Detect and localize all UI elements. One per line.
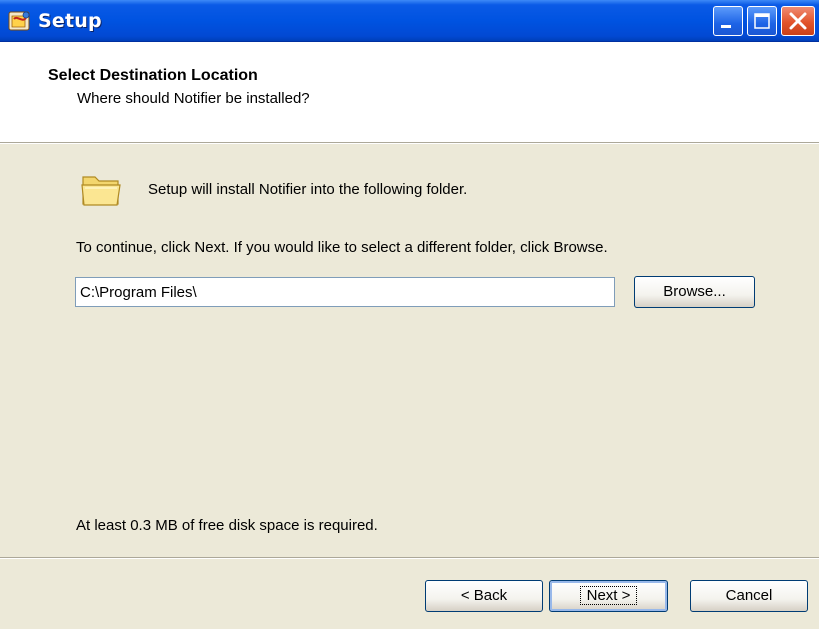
next-button[interactable]: Next > xyxy=(549,580,668,612)
page-subtitle: Where should Notifier be installed? xyxy=(77,90,310,107)
cancel-button[interactable]: Cancel xyxy=(690,580,808,612)
close-button[interactable] xyxy=(781,6,815,36)
next-button-label: Next > xyxy=(579,586,638,605)
setup-package-icon[interactable] xyxy=(8,9,32,33)
disk-space-text: At least 0.3 MB of free disk space is re… xyxy=(76,517,378,534)
maximize-button[interactable] xyxy=(747,6,777,36)
page-title: Select Destination Location xyxy=(48,67,258,84)
footer-divider xyxy=(0,557,819,559)
destination-path-input[interactable] xyxy=(75,277,615,307)
title-bar[interactable]: Setup xyxy=(0,0,819,42)
wizard-header: Select Destination Location Where should… xyxy=(0,42,819,142)
browse-button[interactable]: Browse... xyxy=(634,276,755,308)
wizard-body: Setup will install Notifier into the fol… xyxy=(0,144,819,629)
close-icon xyxy=(789,12,807,30)
maximize-icon xyxy=(754,13,770,29)
minimize-icon xyxy=(721,25,731,28)
window-title: Setup xyxy=(38,10,102,32)
instruction-text: To continue, click Next. If you would li… xyxy=(76,239,608,256)
intro-text: Setup will install Notifier into the fol… xyxy=(148,181,468,198)
folder-icon xyxy=(80,170,122,208)
back-button[interactable]: < Back xyxy=(425,580,543,612)
minimize-button[interactable] xyxy=(713,6,743,36)
